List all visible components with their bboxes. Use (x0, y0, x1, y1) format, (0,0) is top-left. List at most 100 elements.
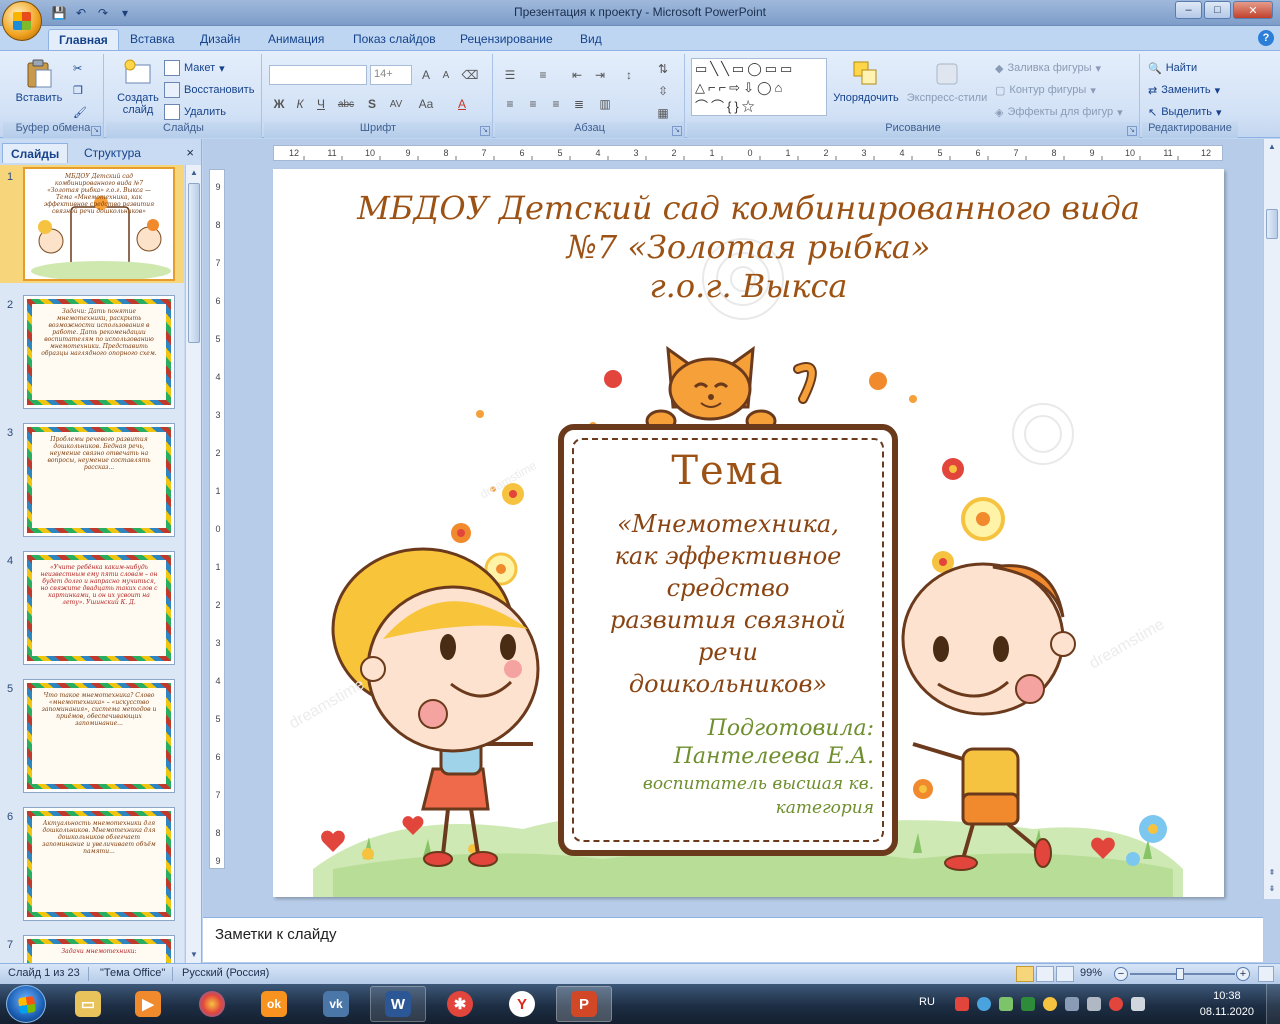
tab-outline[interactable]: Структура (76, 143, 149, 163)
taskbar-yandex[interactable]: Y (494, 986, 550, 1022)
drawing-launcher[interactable]: ↘ (1127, 126, 1137, 136)
normal-view-icon[interactable] (1016, 966, 1034, 982)
slideshow-view-icon[interactable] (1056, 966, 1074, 982)
minimize-button[interactable]: – (1175, 1, 1202, 19)
show-desktop-button[interactable] (1266, 984, 1280, 1024)
taskbar-media-player[interactable]: ▶ (120, 986, 176, 1022)
slide-sorter-view-icon[interactable] (1036, 966, 1054, 982)
tab-slides[interactable]: Слайды (2, 143, 69, 163)
delete-slide-button[interactable]: Удалить (164, 102, 226, 122)
new-slide-button[interactable]: Создать слайд (110, 56, 166, 118)
taskbar-powerpoint[interactable]: P (556, 986, 612, 1022)
clipboard-launcher[interactable]: ↘ (91, 126, 101, 136)
align-right-icon[interactable]: ≡ (546, 94, 566, 114)
help-icon[interactable]: ? (1258, 30, 1274, 46)
slide-thumb-2[interactable]: 2 Задачи: Дать понятие мнемотехники, рас… (0, 293, 184, 411)
arrange-button[interactable]: Упорядочить (829, 56, 903, 118)
prev-slide-icon[interactable]: ⇞ (1264, 865, 1280, 881)
shape-outline-button[interactable]: ▢ Контур фигуры ▾ (995, 80, 1096, 100)
copy-icon[interactable]: ❐ (73, 80, 83, 100)
numbering-icon[interactable]: ≡ (533, 65, 553, 85)
next-slide-icon[interactable]: ⇟ (1264, 881, 1280, 897)
taskbar-media[interactable]: ✱ (432, 986, 488, 1022)
tray-app-icon[interactable] (1043, 997, 1057, 1011)
bullets-icon[interactable]: ☰ (500, 65, 520, 85)
theme-name[interactable]: "Тема Office" (100, 967, 165, 979)
paragraph-launcher[interactable]: ↘ (672, 126, 682, 136)
taskbar-odnoklassniki[interactable]: ok (246, 986, 302, 1022)
shape-effects-button[interactable]: ◈ Эффекты для фигур ▾ (995, 102, 1123, 122)
zoom-level[interactable]: 99% (1080, 967, 1102, 979)
scroll-thumb[interactable] (188, 183, 200, 343)
zoom-in-button[interactable]: + (1236, 967, 1250, 981)
slide-thumb-7[interactable]: 7 Задачи мнемотехники: (0, 933, 184, 963)
office-button[interactable] (2, 1, 42, 41)
tab-slideshow[interactable]: Показ слайдов (343, 29, 446, 50)
reset-button[interactable]: Восстановить (164, 80, 254, 100)
zoom-slider-knob[interactable] (1176, 968, 1184, 980)
columns-icon[interactable]: ▥ (595, 94, 615, 114)
grow-font-button[interactable]: A (416, 65, 436, 85)
tab-animation[interactable]: Анимация (258, 29, 334, 50)
quick-styles-button[interactable]: Экспресс-стили (905, 56, 989, 118)
close-button[interactable]: ✕ (1233, 1, 1273, 19)
justify-icon[interactable]: ≣ (569, 94, 589, 114)
slide-scrollbar[interactable]: ▲ ⇞ ⇟ (1263, 139, 1280, 899)
font-name-combo[interactable] (269, 65, 367, 85)
shape-fill-button[interactable]: ◆ Заливка фигуры ▾ (995, 58, 1101, 78)
change-case-button[interactable]: Aa (416, 94, 436, 114)
format-painter-icon[interactable]: 🖌 (73, 102, 87, 122)
tab-home[interactable]: Главная (48, 29, 119, 50)
taskbar-word[interactable]: W (370, 986, 426, 1022)
slide-thumb-5[interactable]: 5 Что такое мнемотехника? Слово «мнемоте… (0, 677, 184, 795)
shapes-gallery[interactable]: ▭╲╲▭◯▭▭ △⌐⌐⇨⇩◯⌂ ⌒⌒{}☆ (691, 58, 827, 116)
scroll-up-icon[interactable]: ▲ (186, 165, 202, 181)
font-launcher[interactable]: ↘ (480, 126, 490, 136)
replace-button[interactable]: ⇄ Заменить ▾ (1148, 80, 1220, 100)
slide-thumb-3[interactable]: 3 Проблемы речевого развития дошкольнико… (0, 421, 184, 539)
find-button[interactable]: 🔍 Найти (1148, 58, 1197, 78)
language-status[interactable]: Русский (Россия) (182, 967, 269, 979)
decrease-indent-icon[interactable]: ⇤ (567, 65, 587, 85)
line-spacing-icon[interactable]: ↕ (619, 65, 639, 85)
tray-download-icon[interactable] (1021, 997, 1035, 1011)
tab-view[interactable]: Вид (570, 29, 612, 50)
select-button[interactable]: ↖ Выделить ▾ (1148, 102, 1222, 122)
smartart-icon[interactable]: ▦ (653, 103, 673, 123)
slide-thumb-4[interactable]: 4 «Учите ребёнка каким-нибудь неизвестны… (0, 549, 184, 667)
font-size-combo[interactable]: 14+ (370, 65, 412, 85)
tray-network-icon[interactable] (999, 997, 1013, 1011)
thumbnails-scrollbar[interactable]: ▲ ▼ (185, 165, 201, 963)
cut-icon[interactable]: ✂ (73, 58, 82, 78)
font-color-button[interactable]: A (452, 94, 472, 114)
italic-button[interactable]: К (290, 94, 310, 114)
taskbar-explorer[interactable]: ▭ (60, 986, 116, 1022)
taskbar-paint[interactable] (184, 986, 240, 1022)
underline-button[interactable]: Ч (311, 94, 331, 114)
strikethrough-button[interactable]: abc (336, 94, 356, 114)
slide-title[interactable]: МБДОУ Детский сад комбинированного вида … (313, 189, 1184, 306)
fit-slide-icon[interactable] (1258, 966, 1274, 982)
align-text-icon[interactable]: ⇳ (653, 81, 673, 101)
system-clock[interactable]: 10:38 08.11.2020 (1200, 988, 1254, 1020)
tab-insert[interactable]: Вставка (120, 29, 185, 50)
tab-review[interactable]: Рецензирование (450, 29, 563, 50)
language-indicator[interactable]: RU (919, 996, 935, 1008)
taskbar-vk[interactable]: vk (308, 986, 364, 1022)
increase-indent-icon[interactable]: ⇥ (590, 65, 610, 85)
text-direction-icon[interactable]: ⇅ (653, 59, 673, 79)
topic-board[interactable]: Тема «Мнемотехника, как эффективное сред… (558, 424, 898, 856)
character-spacing-button[interactable]: AV (386, 94, 406, 114)
tray-device-icon[interactable] (1131, 997, 1145, 1011)
align-left-icon[interactable]: ≡ (500, 94, 520, 114)
slide-thumb-6[interactable]: 6 Актуальность мнемотехники для дошкольн… (0, 805, 184, 923)
tab-design[interactable]: Дизайн (190, 29, 250, 50)
paste-button[interactable]: Вставить (11, 56, 67, 118)
scroll-up-icon[interactable]: ▲ (1264, 139, 1280, 155)
notes-pane[interactable]: Заметки к слайду (203, 917, 1263, 962)
tray-update-icon[interactable] (977, 997, 991, 1011)
tray-power-icon[interactable] (1109, 997, 1123, 1011)
shrink-font-button[interactable]: A (436, 65, 456, 85)
tray-volume-icon[interactable] (1087, 997, 1101, 1011)
slide-canvas[interactable]: dreamstime dreamstime dreamstime МБДОУ Д… (273, 169, 1224, 897)
